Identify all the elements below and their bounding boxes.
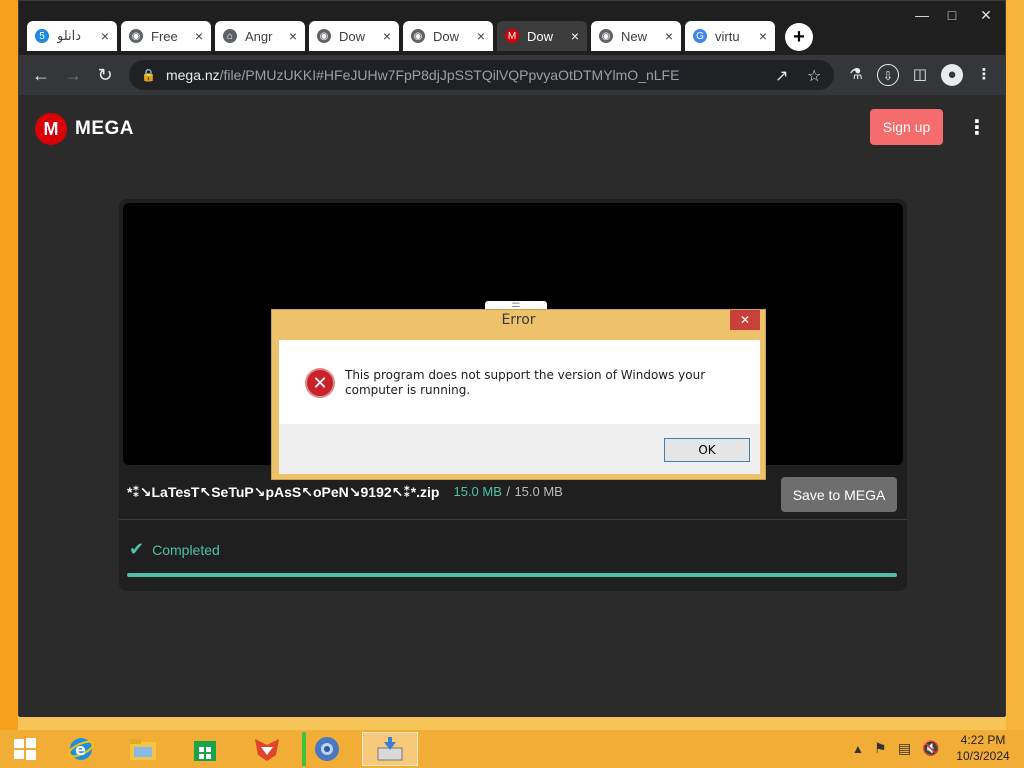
checkmark-icon: ✔ (129, 539, 145, 559)
globe-icon: ◉ (411, 29, 425, 43)
side-panel-icon[interactable]: ◫ (909, 64, 931, 86)
show-hidden-icons-icon[interactable]: ▲ (852, 742, 864, 756)
file-info: *⁑↘LaTesT↖SeTuP↘pAsS↖oPeN↘9192↖⁑*.zip 15… (127, 483, 563, 501)
minimize-button[interactable]: — (907, 7, 937, 23)
maximize-button[interactable]: □ (937, 7, 967, 23)
dialog-body: ✕ This program does not support the vers… (279, 340, 760, 474)
tab-label: Angr (245, 28, 273, 44)
download-status: ✔ Completed (129, 539, 220, 560)
profile-avatar-icon[interactable]: ● (941, 64, 963, 86)
clock-date: 10/3/2024 (956, 749, 1010, 763)
svg-text:e: e (75, 740, 86, 759)
mega-logo[interactable]: M MEGA (35, 113, 134, 145)
dialog-message-area: ✕ This program does not support the vers… (279, 340, 760, 424)
dialog-message: This program does not support the versio… (345, 368, 706, 397)
lock-icon: 🔒 (141, 68, 156, 82)
chrome-icon: ◉ (599, 29, 613, 43)
tab-close-icon[interactable]: × (101, 28, 109, 44)
window-close-button[interactable]: ✕ (971, 7, 1001, 24)
globe-icon: ◉ (129, 29, 143, 43)
labs-flask-icon[interactable]: ⚗ (845, 64, 867, 86)
browser-tab[interactable]: ⌂ Angr × (215, 21, 305, 51)
divider (119, 519, 907, 520)
error-icon: ✕ (305, 368, 335, 398)
tab-close-icon[interactable]: × (383, 28, 391, 44)
progress-bar (127, 573, 897, 577)
tab-close-icon[interactable]: × (759, 28, 767, 44)
tab-close-icon[interactable]: × (289, 28, 297, 44)
address-bar[interactable]: 🔒 mega.nz/file/PMUzUKKI#HFeJUHw7FpP8djJp… (129, 60, 834, 90)
taskbar: e ▲ ⚑ ▤ 🔇 4:22 PM 10/3/2024 (0, 730, 1024, 768)
back-icon[interactable]: ← (29, 63, 53, 87)
network-icon[interactable]: ▤ (898, 740, 911, 757)
browser-tab[interactable]: ◉ New × (591, 21, 681, 51)
tab-close-icon[interactable]: × (195, 28, 203, 44)
tab-label: Free (151, 28, 178, 44)
sign-up-button[interactable]: Sign up (870, 109, 943, 145)
save-to-mega-button[interactable]: Save to MEGA (781, 477, 897, 512)
page-menu-icon[interactable]: ⋮ (967, 115, 987, 140)
clock[interactable]: 4:22 PM 10/3/2024 (948, 732, 1018, 764)
browser-tab[interactable]: ◉ Dow × (403, 21, 493, 51)
dialog-button-area: OK (279, 424, 760, 474)
total-size: 15.0 MB (514, 484, 563, 499)
tab-label: Dow (433, 28, 460, 44)
tab-label: Dow (527, 28, 554, 44)
tab-close-icon[interactable]: × (477, 28, 485, 44)
app-fox-icon[interactable] (244, 732, 290, 766)
tab-label: دانلو (57, 28, 82, 43)
download-icon[interactable]: ⇩ (877, 64, 899, 86)
google-icon: G (693, 29, 707, 43)
tab-label: virtu (715, 28, 740, 44)
share-icon[interactable]: ↗ (775, 66, 788, 86)
new-tab-button[interactable]: + (785, 23, 813, 51)
clock-time: 4:22 PM (960, 733, 1006, 747)
browser-tab[interactable]: Gvirtu × (685, 21, 775, 51)
browser-tab[interactable]: ◉ Dow × (309, 21, 399, 51)
file-name: *⁑↘LaTesT↖SeTuP↘pAsS↖oPeN↘9192↖⁑*.zip (127, 483, 440, 500)
5-site-icon: 5 (35, 29, 49, 43)
desktop-background-left (0, 0, 18, 730)
internet-explorer-icon[interactable]: e (58, 732, 104, 766)
downloaded-size: 15.0 MB (453, 484, 502, 499)
size-separator: / (506, 484, 510, 499)
status-text: Completed (152, 541, 220, 558)
forward-icon[interactable]: → (61, 63, 85, 87)
start-windows-icon[interactable] (2, 732, 48, 766)
file-explorer-icon[interactable] (120, 732, 166, 766)
action-center-flag-icon[interactable]: ⚑ (874, 740, 887, 757)
browser-tab[interactable]: 5 دانلو × (27, 21, 117, 51)
dialog-title: Error (501, 312, 536, 328)
mega-logo-text: MEGA (75, 118, 134, 139)
mega-logo-icon: M (35, 113, 67, 145)
ok-button[interactable]: OK (664, 438, 750, 462)
url-path: /file/PMUzUKKI#HFeJUHw7FpP8djJpSSTQilVQP… (219, 67, 680, 83)
store-icon[interactable] (182, 732, 228, 766)
tab-label: New (621, 28, 648, 44)
browser-tab[interactable]: ◉ Free × (121, 21, 211, 51)
browser-toolbar: ← → ↻ 🔒 mega.nz/file/PMUzUKKI#HFeJUHw7Fp… (19, 55, 1005, 95)
installer-taskbar-icon[interactable] (362, 732, 418, 766)
bank-icon: ⌂ (223, 29, 237, 43)
tab-close-icon[interactable]: × (665, 28, 673, 44)
globe-icon: ◉ (317, 29, 331, 43)
tab-label: Dow (339, 28, 366, 44)
error-dialog: Error ✕ ✕ This program does not support … (271, 309, 766, 480)
bookmark-star-icon[interactable]: ☆ (807, 66, 821, 86)
desktop-background-right (1006, 0, 1024, 730)
reload-icon[interactable]: ↻ (93, 63, 117, 87)
mega-icon: M (505, 29, 519, 43)
browser-menu-icon[interactable]: ⋮ (973, 64, 995, 86)
tab-close-icon[interactable]: × (571, 28, 579, 44)
dialog-close-button[interactable]: ✕ (730, 310, 760, 330)
volume-muted-icon[interactable]: 🔇 (922, 740, 939, 757)
tab-strip: 5 دانلو × ◉ Free × ⌂ Angr × ◉ Dow × ◉ Dow × M Dow × ◉ New × G… (19, 1, 1005, 55)
chrome-taskbar-icon[interactable] (302, 732, 348, 766)
browser-tab[interactable]: M Dow × (497, 21, 587, 51)
url-host: mega.nz (165, 67, 220, 83)
